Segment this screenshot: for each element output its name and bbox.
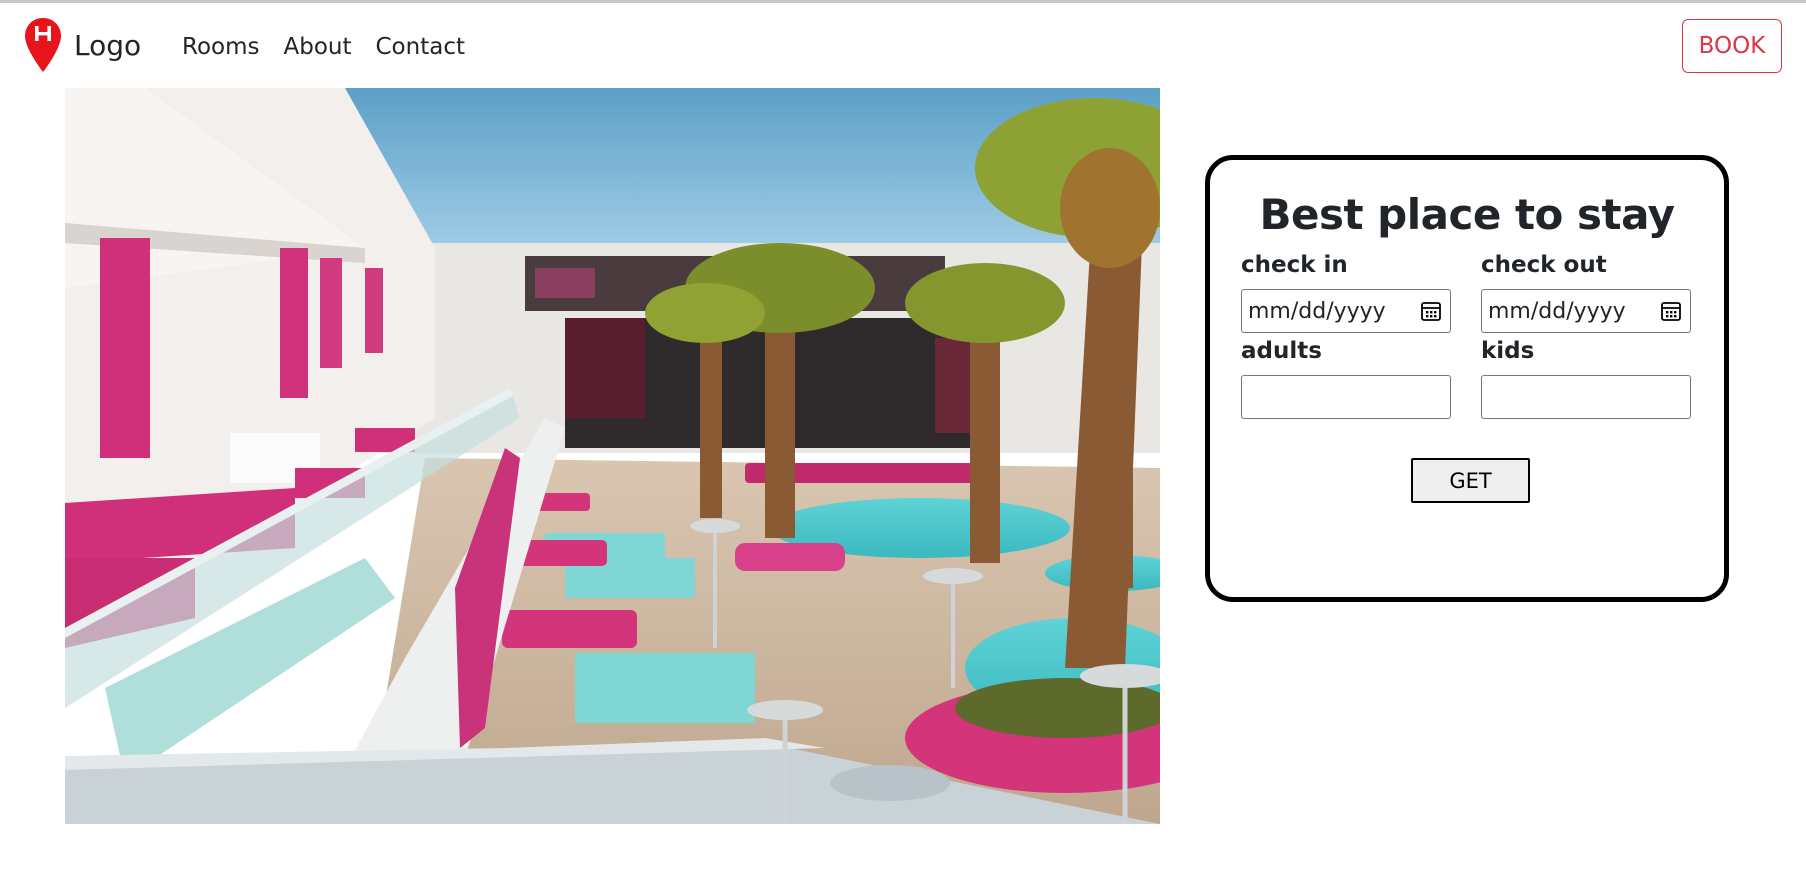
check-in-date-input[interactable]: mm/dd/yyyy: [1241, 289, 1451, 333]
adults-label: adults: [1241, 338, 1322, 364]
adults-input[interactable]: [1241, 375, 1451, 419]
brand-text: Logo: [74, 28, 142, 62]
kids-input[interactable]: [1481, 375, 1691, 419]
booking-card: Best place to stay check in check out mm…: [1205, 155, 1729, 602]
check-out-date-input[interactable]: mm/dd/yyyy: [1481, 289, 1691, 333]
check-out-placeholder: mm/dd/yyyy: [1488, 298, 1626, 324]
brand-logo[interactable]: Logo: [24, 17, 141, 73]
check-out-label: check out: [1481, 252, 1607, 278]
hero-image: [65, 88, 1160, 824]
nav-link-about[interactable]: About: [271, 31, 363, 63]
get-button[interactable]: GET: [1411, 458, 1530, 503]
booking-title: Best place to stay: [1259, 190, 1675, 239]
calendar-icon[interactable]: [1420, 300, 1442, 322]
navbar: Logo Rooms About Contact BOOK: [0, 3, 1806, 85]
check-in-label: check in: [1241, 252, 1348, 278]
check-in-placeholder: mm/dd/yyyy: [1248, 298, 1386, 324]
nav-link-rooms[interactable]: Rooms: [170, 31, 271, 63]
nav-links: Rooms About Contact: [170, 31, 477, 63]
book-button[interactable]: BOOK: [1682, 19, 1782, 73]
location-pin-h-icon: [25, 18, 61, 72]
calendar-icon[interactable]: [1660, 300, 1682, 322]
nav-link-contact[interactable]: Contact: [364, 31, 477, 63]
kids-label: kids: [1481, 338, 1535, 364]
